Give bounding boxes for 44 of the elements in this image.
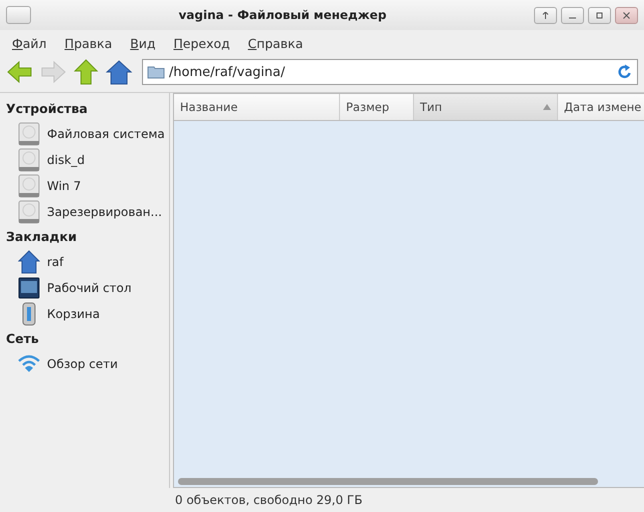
reload-icon[interactable]	[617, 64, 633, 80]
maximize-icon	[596, 12, 603, 18]
location-field[interactable]: /home/raf/vagina/	[142, 59, 638, 85]
menu-item[interactable]: Справка	[240, 34, 311, 52]
scrollbar-thumb[interactable]	[178, 478, 598, 484]
file-list[interactable]: Название Размер Тип Дата измене	[173, 93, 644, 488]
sidebar-heading: Сеть	[6, 330, 40, 348]
up-arrow-icon	[542, 12, 549, 18]
folder-icon	[147, 65, 165, 79]
sidebar-item[interactable]: Рабочий стол	[6, 275, 169, 301]
sidebar-item[interactable]: Корзина	[6, 301, 169, 327]
minimize-icon	[569, 16, 576, 18]
sidebar-item[interactable]: Win 7	[6, 173, 169, 199]
window-menu-button[interactable]	[6, 6, 31, 24]
home-icon[interactable]	[105, 59, 133, 85]
drive-icon	[18, 122, 40, 146]
back-arrow-icon[interactable]	[6, 59, 34, 85]
monitor-icon	[18, 276, 40, 300]
drive-icon	[18, 148, 40, 172]
sidebar-heading: Закладки	[6, 228, 78, 246]
column-header[interactable]: Тип	[414, 94, 558, 120]
sidebar-item[interactable]: disk_d	[6, 147, 169, 173]
sidebar-item[interactable]: raf	[6, 249, 169, 275]
menu-item[interactable]: Вид	[122, 34, 164, 52]
up-arrow-icon[interactable]	[72, 59, 100, 85]
window-title: vagina - Файловый менеджер	[178, 8, 388, 22]
menu-item[interactable]: Правка	[56, 34, 120, 52]
close-icon	[623, 12, 630, 18]
status-text: 0 объектов, свободно 29,0 ГБ	[175, 493, 362, 507]
shade-button[interactable]	[534, 6, 557, 24]
column-header[interactable]: Название	[174, 94, 340, 120]
sort-arrow-icon	[543, 104, 551, 110]
column-header[interactable]: Дата измене	[558, 94, 644, 120]
sidebar-item[interactable]: Зарезервирован...	[6, 199, 169, 225]
close-button[interactable]	[615, 6, 638, 24]
menu-item[interactable]: Файл	[4, 34, 55, 52]
menu-item[interactable]: Переход	[165, 34, 238, 52]
drive-icon	[18, 200, 40, 224]
sidebar-item[interactable]: Обзор сети	[6, 351, 169, 377]
home-icon	[18, 250, 40, 274]
maximize-button[interactable]	[588, 6, 611, 24]
sidebar-item[interactable]: Файловая система	[6, 121, 169, 147]
drive-icon	[18, 174, 40, 198]
sidebar-heading: Устройства	[6, 100, 89, 118]
